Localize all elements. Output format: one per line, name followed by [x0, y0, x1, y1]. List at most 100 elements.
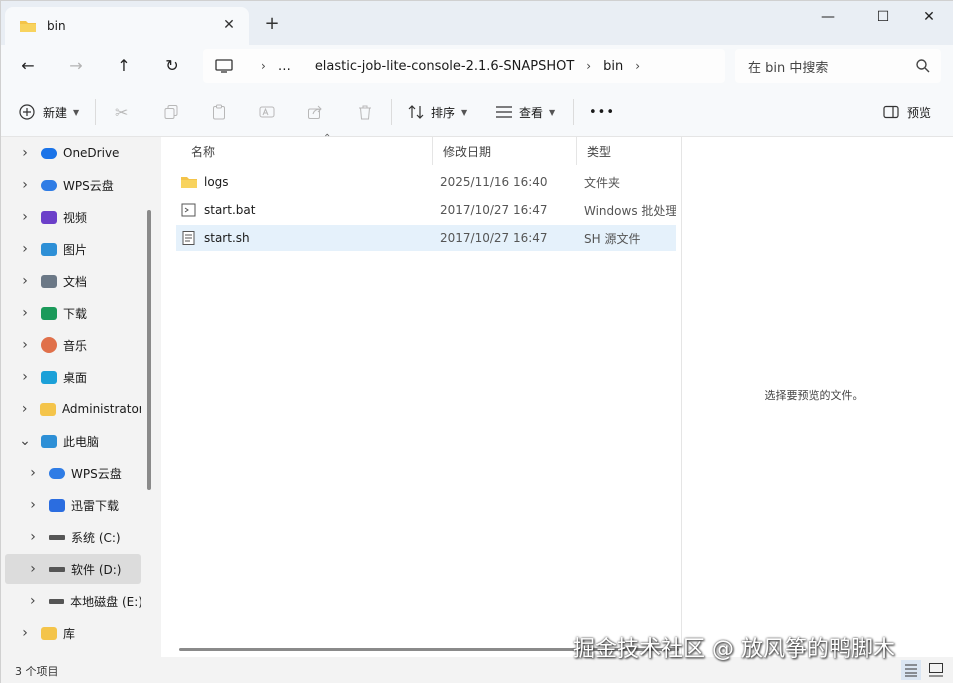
rename-button[interactable]	[259, 101, 275, 123]
chevron-right-icon[interactable]: ›	[17, 241, 33, 257]
new-tab-button[interactable]: +	[263, 15, 281, 33]
sidebar-item[interactable]: › Administrator	[5, 394, 141, 424]
chevron-right-icon[interactable]: ›	[17, 369, 33, 385]
breadcrumb-item[interactable]: elastic-job-lite-console-2.1.6-SNAPSHOT	[315, 59, 574, 74]
more-options-button[interactable]: •••	[589, 101, 615, 123]
sidebar-item[interactable]: › 本地磁盘 (E:)	[5, 586, 141, 616]
maximize-button[interactable]: ☐	[868, 7, 898, 27]
file-type: 文件夹	[584, 175, 621, 190]
sidebar-item-label: WPS云盘	[63, 178, 114, 193]
chevron-right-icon[interactable]: ›	[25, 561, 41, 577]
refresh-button[interactable]: ↻	[159, 54, 185, 78]
close-window-button[interactable]: ✕	[914, 7, 944, 27]
large-icons-view-icon[interactable]	[926, 660, 946, 680]
back-button[interactable]: ←	[15, 54, 41, 78]
chevron-right-icon: ›	[635, 59, 641, 73]
thunder-icon	[49, 498, 65, 512]
cloud-icon	[41, 147, 57, 159]
new-button[interactable]: 新建 ▼	[19, 101, 79, 123]
copy-button[interactable]	[163, 101, 179, 123]
column-header-type[interactable]: 类型	[577, 137, 677, 165]
sidebar-item[interactable]: › 库	[5, 618, 141, 648]
breadcrumb-item[interactable]: bin	[603, 59, 623, 74]
rename-icon	[259, 106, 275, 118]
preview-empty-message: 选择要预览的文件。	[764, 389, 864, 402]
sidebar-item[interactable]: › WPS云盘	[5, 170, 141, 200]
sidebar-item[interactable]: › 音乐	[5, 330, 141, 360]
chevron-right-icon[interactable]: ›	[17, 305, 33, 321]
file-type: SH 源文件	[584, 231, 641, 246]
sidebar-item-label: 视频	[63, 210, 88, 225]
breadcrumb-overflow[interactable]: …	[278, 59, 291, 74]
sidebar-item[interactable]: › OneDrive	[5, 138, 141, 168]
chevron-right-icon[interactable]: ›	[17, 145, 33, 161]
address-bar[interactable]: › … elastic-job-lite-console-2.1.6-SNAPS…	[203, 49, 725, 83]
chevron-down-icon[interactable]: ⌄	[17, 433, 33, 449]
sidebar-item[interactable]: › 文档	[5, 266, 141, 296]
share-button[interactable]	[307, 101, 323, 123]
chevron-down-icon: ▼	[73, 107, 80, 117]
chevron-right-icon[interactable]: ›	[25, 465, 41, 481]
tab-title: bin	[47, 19, 66, 33]
wps-cloud-icon	[41, 179, 57, 191]
sidebar-item[interactable]: › 下载	[5, 298, 141, 328]
desktop-icon	[41, 370, 57, 384]
new-label: 新建	[43, 105, 68, 120]
file-name: start.sh	[204, 231, 250, 245]
copy-icon	[164, 105, 178, 119]
sidebar-item[interactable]: › 迅雷下载	[5, 490, 141, 520]
delete-button[interactable]	[357, 101, 373, 123]
file-row[interactable]: start.sh 2017/10/27 16:47 SH 源文件	[176, 225, 676, 251]
chevron-right-icon[interactable]: ›	[25, 593, 41, 609]
column-date-label: 修改日期	[443, 144, 492, 159]
sidebar-item-label: 迅雷下载	[71, 498, 120, 513]
cut-button[interactable]: ✂	[115, 101, 128, 123]
paste-button[interactable]	[211, 101, 227, 123]
file-row[interactable]: start.bat 2017/10/27 16:47 Windows 批处理	[176, 197, 676, 223]
sidebar-item-label: 本地磁盘 (E:)	[70, 594, 142, 609]
sort-button[interactable]: 排序 ▼	[407, 101, 467, 123]
sidebar-scrollbar[interactable]	[147, 210, 151, 490]
forward-button[interactable]: →	[63, 54, 89, 78]
chevron-right-icon[interactable]: ›	[25, 497, 41, 513]
close-tab-icon[interactable]: ✕	[221, 17, 237, 33]
chevron-right-icon[interactable]: ›	[17, 209, 33, 225]
chevron-right-icon[interactable]: ›	[17, 337, 33, 353]
column-header-name[interactable]: 名称 ⌃	[181, 133, 433, 165]
sidebar-item-label: 下载	[63, 306, 88, 321]
sidebar-item[interactable]: › 桌面	[5, 362, 141, 392]
view-icon	[496, 106, 512, 118]
sidebar-item[interactable]: › 图片	[5, 234, 141, 264]
chevron-right-icon[interactable]: ›	[17, 401, 32, 417]
sidebar-item[interactable]: › 视频	[5, 202, 141, 232]
view-button[interactable]: 查看 ▼	[495, 101, 555, 123]
column-header-date[interactable]: 修改日期	[433, 137, 577, 165]
chevron-right-icon[interactable]: ›	[17, 177, 33, 193]
file-type: Windows 批处理	[584, 203, 676, 218]
sidebar-item[interactable]: › 软件 (D:)	[5, 554, 141, 584]
chevron-right-icon[interactable]: ›	[17, 625, 33, 641]
sidebar-item-label: Administrator	[61, 402, 142, 416]
trash-icon	[359, 105, 371, 120]
file-name: logs	[204, 175, 229, 189]
preview-pane-button[interactable]: 预览	[883, 101, 931, 123]
sidebar-item-label: OneDrive	[63, 146, 120, 160]
sidebar-item[interactable]: › 系统 (C:)	[5, 522, 141, 552]
file-date: 2025/11/16 16:40	[440, 175, 548, 189]
details-view-icon[interactable]	[901, 660, 921, 680]
sidebar-item-label: 音乐	[63, 338, 88, 353]
command-bar: 新建 ▼ ✂ 排序 ▼ 查看 ▼ ••• 预览	[1, 87, 953, 137]
chevron-right-icon[interactable]: ›	[25, 529, 41, 545]
folder-icon	[181, 177, 197, 188]
tab-bin[interactable]: bin ✕	[5, 7, 249, 45]
minimize-button[interactable]: —	[813, 7, 843, 27]
sidebar-item[interactable]: › WPS云盘	[5, 458, 141, 488]
up-button[interactable]: ↑	[111, 54, 137, 78]
sidebar-item[interactable]: ⌄ 此电脑	[5, 426, 141, 456]
sort-label: 排序	[431, 105, 456, 120]
chevron-right-icon[interactable]: ›	[17, 273, 33, 289]
preview-pane: 选择要预览的文件。	[681, 137, 953, 657]
search-input[interactable]: 在 bin 中搜索	[735, 49, 941, 83]
drive-icon	[49, 534, 65, 540]
file-row[interactable]: logs 2025/11/16 16:40 文件夹	[176, 169, 676, 195]
